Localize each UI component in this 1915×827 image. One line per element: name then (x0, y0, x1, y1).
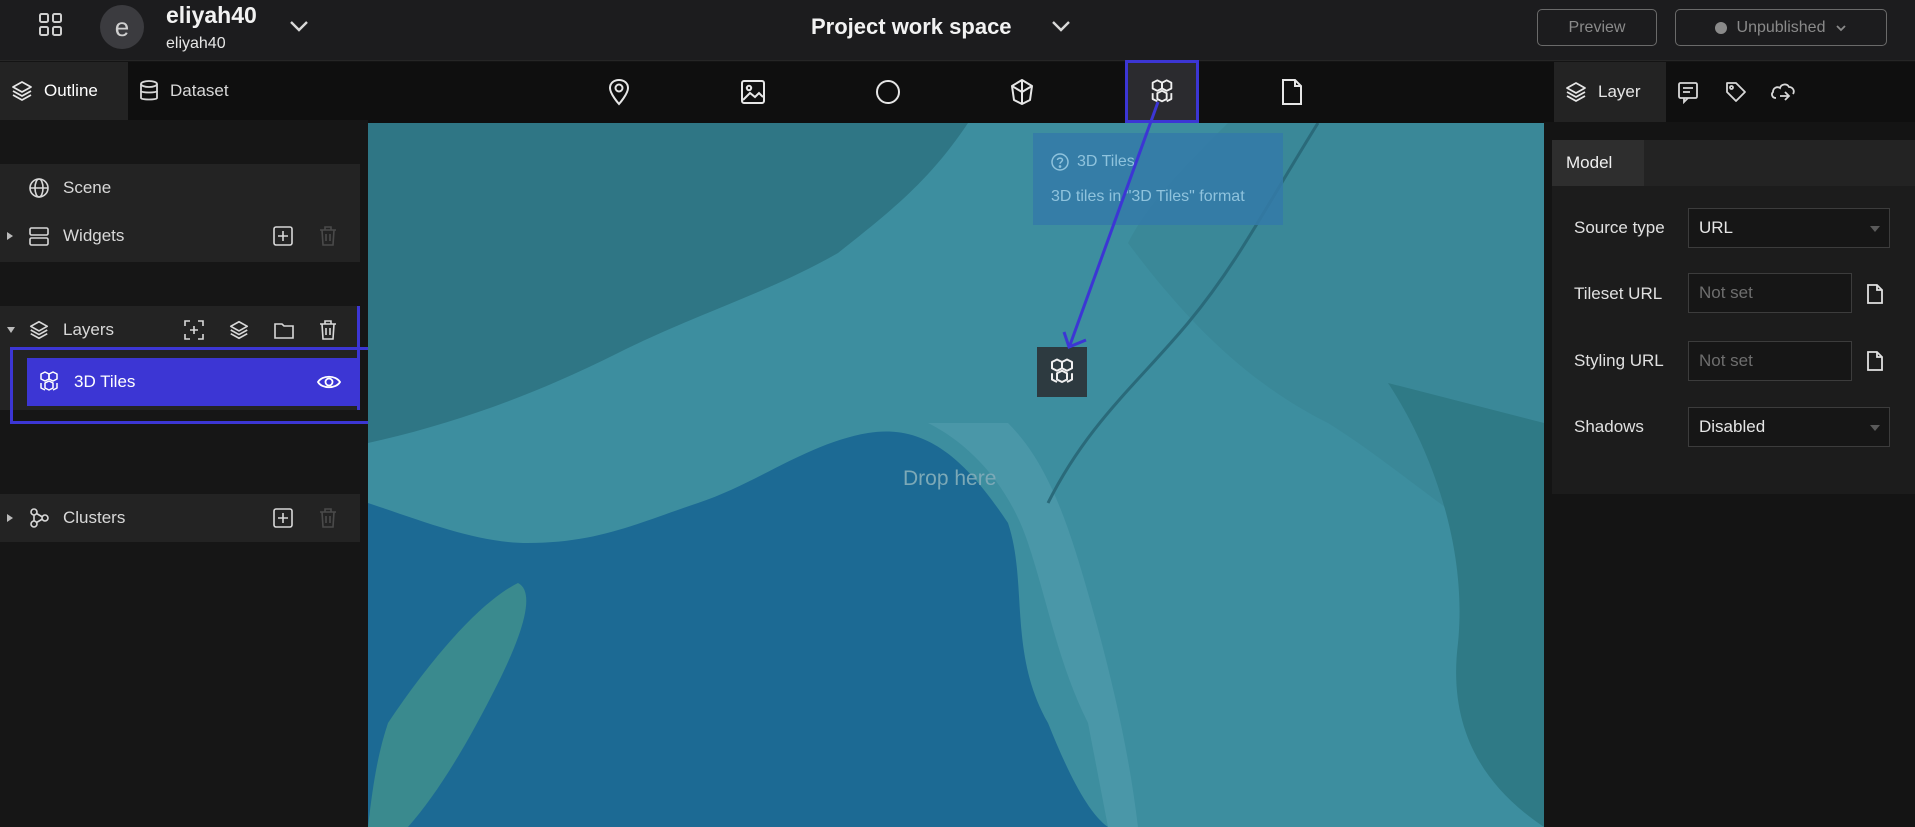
tileset-file-icon[interactable] (1866, 283, 1884, 305)
publish-status-label: Unpublished (1736, 18, 1826, 36)
left-panel: Outline Dataset Scene Widgets Layers Clu… (0, 62, 368, 827)
apps-grid-icon[interactable] (38, 12, 64, 38)
clusters-item[interactable]: Clusters (0, 494, 360, 542)
clusters-label: Clusters (63, 508, 126, 527)
delete-cluster-icon[interactable] (318, 507, 338, 529)
source-type-label: Source type (1574, 218, 1665, 237)
tag-icon[interactable] (1724, 62, 1748, 122)
widgets-icon (28, 225, 50, 247)
active-toolbar-highlight[interactable] (1125, 60, 1199, 123)
avatar-initial: e (114, 11, 130, 42)
chevron-down-icon (1836, 24, 1847, 31)
caret-right-icon[interactable] (6, 513, 14, 523)
tab-dataset-label: Dataset (170, 81, 229, 100)
3d-tiles-tooltip: 3D Tiles 3D tiles in "3D Tiles" format (1033, 133, 1283, 225)
tileset-url-placeholder: Not set (1699, 283, 1753, 302)
tab-layer[interactable]: Layer (1554, 62, 1666, 122)
shadows-select[interactable]: Disabled (1688, 407, 1890, 447)
drop-zone-label: Drop here (903, 467, 997, 490)
add-cluster-icon[interactable] (272, 507, 294, 529)
chevron-down-icon[interactable] (288, 18, 310, 34)
scene-label: Scene (63, 178, 112, 197)
3d-tiles-icon (37, 370, 61, 394)
shadows-label: Shadows (1574, 417, 1644, 436)
tab-layer-label: Layer (1598, 82, 1641, 101)
status-dot (1714, 21, 1727, 34)
shadows-value: Disabled (1699, 417, 1766, 436)
image-icon[interactable] (739, 78, 767, 106)
tileset-url-label: Tileset URL (1574, 284, 1663, 303)
add-widget-icon[interactable] (272, 225, 294, 247)
delete-widget-icon[interactable] (318, 225, 338, 247)
project-chevron-down-icon[interactable] (1050, 18, 1072, 34)
scene-widgets-section: Scene Widgets (0, 164, 360, 262)
database-icon (140, 80, 158, 101)
preview-button[interactable]: Preview (1537, 9, 1657, 46)
3d-tiles-active-icon (1148, 78, 1176, 106)
clusters-section: Clusters (0, 494, 360, 542)
publish-status-button[interactable]: Unpublished (1675, 9, 1887, 46)
layer-item-label: 3D Tiles (74, 372, 136, 391)
polygon-icon[interactable] (1008, 78, 1036, 106)
layer-type-toolbar (368, 62, 1544, 123)
source-type-select[interactable]: URL (1688, 208, 1890, 248)
layers-label: Layers (63, 320, 115, 339)
clusters-icon (28, 507, 50, 529)
layer-stack-icon[interactable] (228, 319, 250, 341)
delete-layer-icon[interactable] (318, 319, 338, 341)
help-icon (1051, 153, 1069, 171)
circle-icon[interactable] (874, 78, 902, 106)
layers-icon (28, 319, 50, 341)
left-tabs: Outline Dataset (0, 62, 368, 120)
layers-icon (1566, 82, 1586, 102)
avatar[interactable]: e (100, 5, 144, 49)
infobox-icon[interactable] (1676, 62, 1700, 122)
layer-item-3d-tiles[interactable]: 3D Tiles (27, 358, 357, 406)
eye-icon[interactable] (317, 372, 341, 392)
globe-icon (28, 177, 50, 199)
top-bar: e eliyah40 eliyah40 Project work space P… (0, 0, 1915, 61)
styling-url-input[interactable]: Not set (1688, 341, 1852, 381)
source-type-value: URL (1699, 218, 1734, 237)
styling-file-icon[interactable] (1866, 350, 1884, 372)
tileset-url-input[interactable]: Not set (1688, 273, 1852, 313)
tooltip-description: 3D tiles in "3D Tiles" format (1051, 188, 1245, 205)
workspace-name[interactable]: eliyah40 (166, 2, 257, 29)
widgets-item[interactable]: Widgets (0, 212, 360, 260)
caret-down-icon[interactable] (6, 326, 16, 334)
user-name: eliyah40 (166, 35, 226, 52)
project-title[interactable]: Project work space (811, 14, 1012, 40)
map-canvas[interactable]: Drop here (368, 123, 1544, 827)
right-tabs: Layer (1544, 62, 1915, 122)
export-icon[interactable] (1770, 62, 1796, 122)
tooltip-title: 3D Tiles (1077, 153, 1135, 170)
styling-url-placeholder: Not set (1699, 351, 1753, 370)
dropdown-arrow-icon (1870, 425, 1880, 431)
tab-outline-label: Outline (44, 81, 98, 100)
pin-icon[interactable] (605, 78, 633, 106)
tab-dataset[interactable]: Dataset (138, 62, 258, 120)
scene-item[interactable]: Scene (0, 164, 360, 212)
layers-icon (12, 81, 32, 101)
caret-right-icon[interactable] (6, 231, 14, 241)
dragged-3d-tiles-icon[interactable] (1037, 347, 1087, 397)
add-layer-icon[interactable] (183, 319, 205, 341)
file-icon[interactable] (1278, 78, 1306, 106)
folder-icon[interactable] (273, 319, 295, 341)
widgets-label: Widgets (63, 226, 125, 245)
dropdown-arrow-icon (1870, 226, 1880, 232)
tooltip-title-row: 3D Tiles (1051, 153, 1135, 171)
tab-outline[interactable]: Outline (0, 62, 128, 120)
tab-model[interactable]: Model (1552, 140, 1644, 186)
styling-url-label: Styling URL (1574, 351, 1664, 370)
